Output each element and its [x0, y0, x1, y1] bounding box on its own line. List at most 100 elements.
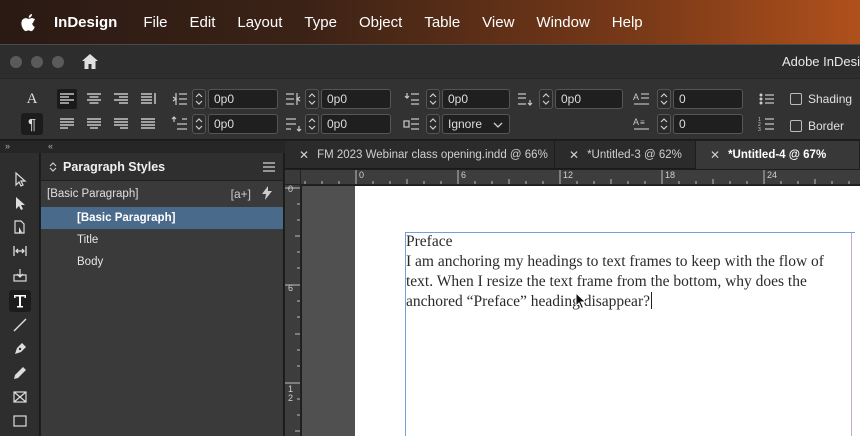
align-left-button[interactable] [57, 89, 77, 109]
align-to-grid-value: Ignore [448, 117, 483, 131]
character-mode-button[interactable]: A [21, 88, 43, 110]
current-style-row: [Basic Paragraph] [a+] [41, 181, 283, 207]
tab-untitled-4[interactable]: ✕ *Untitled-4 @ 67% [696, 141, 860, 169]
line-tool-icon [13, 318, 27, 332]
drop-cap-characters-field[interactable]: 0 [673, 114, 743, 134]
home-icon[interactable] [80, 52, 100, 72]
justify-right-button[interactable] [111, 114, 131, 134]
window-title: Adobe InDesi [781, 54, 860, 69]
justify-left-button[interactable] [57, 114, 77, 134]
line-tool[interactable] [9, 314, 31, 336]
gap-tool[interactable] [9, 240, 31, 262]
pilcrow-icon: ¶ [27, 115, 37, 133]
panel-menu-icon[interactable] [263, 162, 275, 172]
align-towards-spine-icon [141, 93, 156, 104]
border-checkbox[interactable] [790, 120, 802, 132]
apple-icon[interactable] [18, 11, 38, 33]
first-line-indent-field[interactable]: 0p0 [208, 114, 278, 134]
drop-cap-characters-stepper[interactable] [657, 114, 671, 134]
menu-table[interactable]: Table [424, 14, 460, 31]
last-line-indent-stepper[interactable] [305, 114, 319, 134]
menu-help[interactable]: Help [612, 14, 643, 31]
align-left-icon [60, 93, 74, 104]
panel-tab-chevron-icon[interactable] [49, 161, 57, 173]
right-indent-stepper[interactable] [305, 89, 319, 109]
ruler-label: 24 [767, 170, 778, 180]
drop-cap-lines-stepper[interactable] [657, 89, 671, 109]
selection-tool[interactable] [9, 168, 31, 190]
align-center-button[interactable] [84, 89, 104, 109]
menu-type[interactable]: Type [304, 14, 337, 31]
paragraph-mode-button[interactable]: ¶ [21, 113, 43, 135]
align-to-grid-stepper[interactable] [426, 114, 440, 134]
menu-object[interactable]: Object [359, 14, 402, 31]
text-story[interactable]: Preface I am anchoring my headings to te… [406, 232, 850, 312]
minimize-window-button[interactable] [31, 55, 43, 68]
panel-title[interactable]: Paragraph Styles [63, 160, 165, 174]
content-collector-icon [13, 269, 27, 282]
character-formatting-icon: A [26, 90, 38, 107]
horizontal-ruler[interactable]: 0 6 12 18 24 [301, 170, 860, 185]
right-indent-field[interactable]: 0p0 [321, 89, 391, 109]
ruler-label: 6 [461, 170, 467, 180]
window-title-bar: Adobe InDesi [0, 44, 860, 78]
space-after-stepper[interactable] [539, 89, 553, 109]
menu-window[interactable]: Window [536, 14, 589, 31]
last-line-indent-field[interactable]: 0p0 [321, 114, 391, 134]
collapse-panels-icon[interactable]: « [48, 141, 53, 151]
menu-edit[interactable]: Edit [190, 14, 216, 31]
shading-label: Shading [808, 92, 853, 106]
pen-tool[interactable] [9, 338, 31, 360]
menu-file[interactable]: File [143, 14, 167, 31]
ruler-label: 18 [665, 170, 676, 180]
body-paragraph[interactable]: I am anchoring my headings to text frame… [406, 252, 850, 312]
collapse-toolbox-icon[interactable]: » [5, 141, 10, 151]
pen-tool-icon [15, 343, 26, 354]
style-row-title[interactable]: Title [41, 229, 283, 251]
vertical-ruler[interactable]: 0 6 1 2 [285, 185, 301, 436]
tab-untitled-3[interactable]: ✕ *Untitled-3 @ 62% [555, 141, 696, 169]
numbered-list-icon[interactable]: 123 [758, 115, 776, 133]
rectangle-tool[interactable] [9, 410, 31, 432]
space-before-stepper[interactable] [426, 89, 440, 109]
space-after-field[interactable]: 0p0 [555, 89, 623, 109]
shading-checkbox[interactable] [790, 93, 802, 105]
create-style-from-local-button[interactable]: [a+] [231, 187, 251, 201]
left-indent-stepper[interactable] [192, 89, 206, 109]
close-window-button[interactable] [10, 55, 22, 68]
justify-center-button[interactable] [84, 114, 104, 134]
space-before-field[interactable]: 0p0 [442, 89, 510, 109]
direct-selection-tool[interactable] [9, 192, 31, 214]
pencil-tool[interactable] [9, 362, 31, 384]
current-style-name: [Basic Paragraph] [47, 188, 139, 200]
rectangle-frame-tool[interactable] [9, 386, 31, 408]
justify-all-button[interactable] [138, 114, 158, 134]
left-indent-field[interactable]: 0p0 [208, 89, 278, 109]
ruler-origin[interactable] [285, 170, 301, 185]
align-right-button[interactable] [111, 89, 131, 109]
style-row-body[interactable]: Body [41, 251, 283, 273]
close-icon[interactable]: ✕ [299, 148, 309, 162]
close-icon[interactable]: ✕ [569, 148, 579, 162]
drop-cap-lines-field[interactable]: 0 [673, 89, 743, 109]
first-line-indent-stepper[interactable] [192, 114, 206, 134]
content-collector-tool[interactable] [9, 264, 31, 286]
close-icon[interactable]: ✕ [710, 148, 720, 162]
align-towards-spine-button[interactable] [138, 89, 158, 109]
align-to-grid-select[interactable]: Ignore [442, 114, 510, 134]
paragraph-styles-panel: Paragraph Styles [Basic Paragraph] [a+] … [41, 153, 284, 436]
lightning-bolt-icon[interactable] [261, 186, 273, 200]
menu-app-name[interactable]: InDesign [54, 14, 117, 31]
style-name: Body [77, 256, 104, 268]
justify-center-icon [87, 118, 101, 129]
page-tool[interactable] [9, 216, 31, 238]
menu-view[interactable]: View [482, 14, 514, 31]
tab-fm-2023-webinar[interactable]: ✕ FM 2023 Webinar class opening.indd @ 6… [285, 141, 555, 169]
zoom-window-button[interactable] [52, 55, 64, 68]
menu-layout[interactable]: Layout [237, 14, 282, 31]
heading-preface[interactable]: Preface [406, 232, 850, 252]
type-tool[interactable] [9, 290, 31, 312]
style-row-basic-paragraph[interactable]: [Basic Paragraph] [41, 207, 283, 229]
svg-text:A: A [633, 117, 639, 127]
bulleted-list-icon[interactable] [758, 90, 776, 108]
